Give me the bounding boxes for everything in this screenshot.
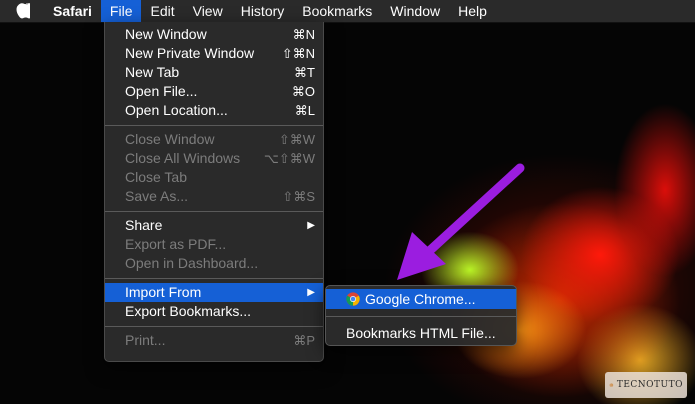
menu-separator bbox=[105, 211, 323, 212]
apple-logo-icon bbox=[16, 2, 30, 18]
menu-item-share[interactable]: Share ▶ bbox=[105, 216, 323, 235]
menu-safari[interactable]: Safari bbox=[44, 0, 101, 22]
menu-file[interactable]: File bbox=[100, 0, 142, 22]
menu-item-new-private-window[interactable]: New Private Window ⇧⌘N bbox=[105, 44, 323, 63]
menu-item-import-from[interactable]: Import From ▶ bbox=[105, 283, 323, 302]
menu-edit[interactable]: Edit bbox=[141, 0, 183, 22]
shortcut: ⌘N bbox=[292, 27, 315, 42]
menu-item-close-tab: Close Tab bbox=[125, 169, 188, 185]
watermark-text: TECNOTUTO bbox=[616, 380, 683, 390]
menu-item-print: Print... ⌘P bbox=[125, 332, 315, 348]
shortcut: ⌘O bbox=[291, 84, 315, 99]
menu-separator bbox=[105, 326, 323, 327]
shortcut: ⇧⌘S bbox=[282, 189, 315, 204]
menu-item-open-file[interactable]: Open File... ⌘O bbox=[105, 82, 323, 101]
menu-help[interactable]: Help bbox=[449, 0, 496, 22]
submenu-arrow-icon: ▶ bbox=[307, 220, 315, 231]
menu-item-open-location[interactable]: Open Location... ⌘L bbox=[105, 101, 323, 120]
menu-item-open-in-dashboard: Open in Dashboard... bbox=[125, 255, 259, 271]
menu-item-export-bookmarks[interactable]: Export Bookmarks... bbox=[105, 302, 323, 321]
menu-item-export-pdf: Export as PDF... bbox=[125, 236, 227, 252]
shortcut: ⇧⌘W bbox=[278, 132, 315, 147]
submenu-item-google-chrome[interactable]: Google Chrome... bbox=[326, 289, 516, 309]
menu-item-close-all-windows: Close All Windows ⌥⇧⌘W bbox=[125, 150, 315, 166]
menu-item-close-window: Close Window ⇧⌘W bbox=[125, 131, 315, 147]
file-menu-dropdown: New Window ⌘N New Private Window ⇧⌘N New… bbox=[104, 22, 324, 362]
menu-separator bbox=[105, 278, 323, 279]
submenu-arrow-icon: ▶ bbox=[307, 287, 315, 298]
submenu-item-bookmarks-html-file[interactable]: Bookmarks HTML File... bbox=[326, 323, 516, 343]
shortcut: ⌘L bbox=[294, 103, 315, 118]
shortcut: ⌥⇧⌘W bbox=[263, 151, 315, 166]
menu-bar: Safari File Edit View History Bookmarks … bbox=[0, 0, 695, 23]
shortcut: ⌘P bbox=[293, 333, 315, 348]
menu-history[interactable]: History bbox=[232, 0, 294, 22]
chrome-icon bbox=[346, 292, 360, 306]
menu-bookmarks[interactable]: Bookmarks bbox=[293, 0, 381, 22]
menu-window[interactable]: Window bbox=[381, 0, 449, 22]
menu-item-new-tab[interactable]: New Tab ⌘T bbox=[105, 63, 323, 82]
robot-logo-icon bbox=[609, 383, 614, 387]
import-from-submenu: Google Chrome... Bookmarks HTML File... bbox=[325, 285, 517, 346]
menu-separator bbox=[105, 125, 323, 126]
menu-view[interactable]: View bbox=[184, 0, 232, 22]
apple-menu[interactable] bbox=[0, 2, 44, 20]
shortcut: ⇧⌘N bbox=[281, 46, 315, 61]
menu-item-save-as: Save As... ⇧⌘S bbox=[125, 188, 315, 204]
tecnotuto-watermark: TECNOTUTO bbox=[605, 372, 687, 398]
submenu-separator bbox=[326, 316, 516, 317]
menu-item-new-window[interactable]: New Window ⌘N bbox=[105, 25, 323, 44]
shortcut: ⌘T bbox=[294, 65, 315, 80]
